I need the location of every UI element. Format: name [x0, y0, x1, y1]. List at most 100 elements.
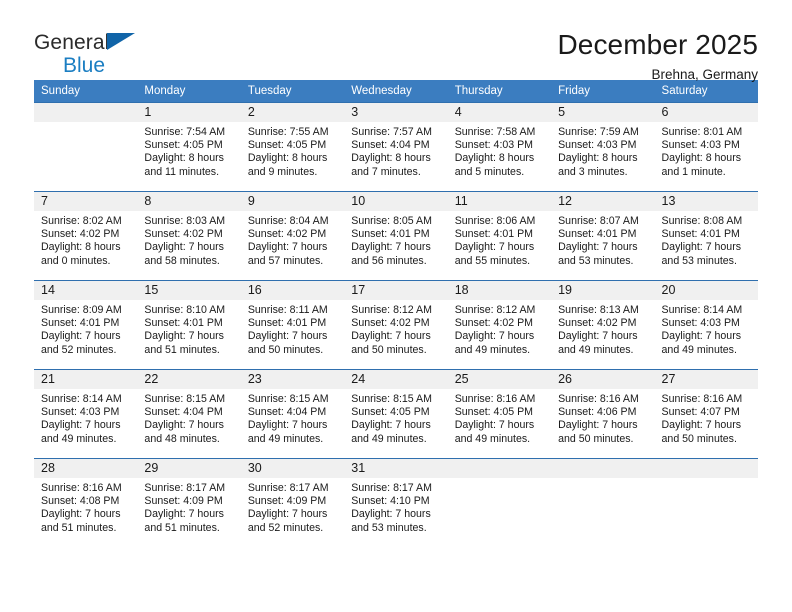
calendar-body: 1 Sunrise: 7:54 AM Sunset: 4:05 PM Dayli…: [34, 102, 758, 548]
sunrise-line: Sunrise: 7:57 AM: [351, 126, 432, 138]
sunrise-line: Sunrise: 7:55 AM: [247, 126, 329, 138]
day-cell[interactable]: 20 Sunrise: 8:14 AM Sunset: 4:03 PM Dayl…: [654, 280, 758, 370]
day-cell[interactable]: 18 Sunrise: 8:12 AM Sunset: 4:02 PM Dayl…: [447, 280, 552, 370]
sunset-line: Sunset: 4:08 PM: [41, 495, 120, 508]
day-details: [551, 478, 654, 482]
day-cell[interactable]: 30 Sunrise: 8:17 AM Sunset: 4:09 PM Dayl…: [240, 458, 345, 548]
week-row: 7 Sunrise: 8:02 AM Sunset: 4:02 PM Dayli…: [34, 191, 758, 281]
day-cell[interactable]: 28 Sunrise: 8:16 AM Sunset: 4:08 PM Dayl…: [34, 458, 138, 548]
day-cell[interactable]: 19 Sunrise: 8:13 AM Sunset: 4:02 PM Dayl…: [551, 280, 655, 370]
day-cell[interactable]: 10 Sunrise: 8:05 AM Sunset: 4:01 PM Dayl…: [344, 191, 448, 281]
day-cell[interactable]: 21 Sunrise: 8:14 AM Sunset: 4:03 PM Dayl…: [34, 369, 138, 459]
day-cell[interactable]: 8 Sunrise: 8:03 AM Sunset: 4:02 PM Dayli…: [137, 191, 241, 281]
day-cell[interactable]: 16 Sunrise: 8:11 AM Sunset: 4:01 PM Dayl…: [240, 280, 345, 370]
day-cell[interactable]: 25 Sunrise: 8:16 AM Sunset: 4:05 PM Dayl…: [447, 369, 552, 459]
sunset-line: Sunset: 4:02 PM: [144, 228, 223, 241]
day-details: Sunrise: 7:54 AM Sunset: 4:05 PM Dayligh…: [137, 122, 240, 179]
day-cell[interactable]: 14 Sunrise: 8:09 AM Sunset: 4:01 PM Dayl…: [34, 280, 138, 370]
day-details: Sunrise: 8:17 AM Sunset: 4:09 PM Dayligh…: [241, 478, 344, 535]
general-blue-logo[interactable]: General Blue: [34, 30, 164, 88]
day-cell[interactable]: 9 Sunrise: 8:04 AM Sunset: 4:02 PM Dayli…: [240, 191, 345, 281]
day-number: 7: [34, 192, 138, 211]
daylight-line-2: and 50 minutes.: [247, 343, 324, 356]
day-cell[interactable]: 15 Sunrise: 8:10 AM Sunset: 4:01 PM Dayl…: [137, 280, 241, 370]
day-cell[interactable]: 31 Sunrise: 8:17 AM Sunset: 4:10 PM Dayl…: [344, 458, 448, 548]
day-number: 31: [344, 459, 448, 478]
day-details: Sunrise: 8:07 AM Sunset: 4:01 PM Dayligh…: [551, 211, 654, 268]
weekday-header-saturday: Saturday: [654, 80, 758, 103]
day-number: [551, 459, 655, 478]
day-details: Sunrise: 8:03 AM Sunset: 4:02 PM Dayligh…: [137, 211, 240, 268]
day-cell[interactable]: 4 Sunrise: 7:58 AM Sunset: 4:03 PM Dayli…: [447, 102, 552, 192]
day-cell[interactable]: 3 Sunrise: 7:57 AM Sunset: 4:04 PM Dayli…: [344, 102, 448, 192]
day-number: 1: [137, 103, 241, 122]
daylight-line-2: and 52 minutes.: [247, 521, 324, 534]
daylight-line-1: Daylight: 7 hours: [351, 508, 431, 521]
day-cell[interactable]: 26 Sunrise: 8:16 AM Sunset: 4:06 PM Dayl…: [551, 369, 655, 459]
day-cell[interactable]: 24 Sunrise: 8:15 AM Sunset: 4:05 PM Dayl…: [344, 369, 448, 459]
day-cell[interactable]: [34, 102, 138, 192]
day-cell[interactable]: [447, 458, 552, 548]
day-details: [34, 122, 137, 126]
day-details: Sunrise: 8:08 AM Sunset: 4:01 PM Dayligh…: [655, 211, 758, 268]
day-cell[interactable]: 12 Sunrise: 8:07 AM Sunset: 4:01 PM Dayl…: [551, 191, 655, 281]
sunrise-line: Sunrise: 8:12 AM: [454, 304, 536, 316]
daylight-line-2: and 49 minutes.: [454, 432, 531, 445]
triangle-icon: [107, 33, 135, 50]
daylight-line-1: Daylight: 7 hours: [41, 419, 121, 432]
logo-text-general: General: [34, 31, 110, 54]
day-cell[interactable]: 13 Sunrise: 8:08 AM Sunset: 4:01 PM Dayl…: [654, 191, 758, 281]
day-number: 30: [240, 459, 345, 478]
sunrise-line: Sunrise: 8:13 AM: [558, 304, 639, 316]
week-row: 14 Sunrise: 8:09 AM Sunset: 4:01 PM Dayl…: [34, 280, 758, 370]
day-cell[interactable]: 7 Sunrise: 8:02 AM Sunset: 4:02 PM Dayli…: [34, 191, 138, 281]
day-number: 10: [344, 192, 448, 211]
day-details: Sunrise: 8:14 AM Sunset: 4:03 PM Dayligh…: [655, 300, 758, 357]
daylight-line-2: and 3 minutes.: [558, 165, 628, 178]
calendar-page: General Blue December 2025 Brehna, Germa…: [0, 0, 792, 612]
day-details: Sunrise: 7:57 AM Sunset: 4:04 PM Dayligh…: [344, 122, 447, 179]
day-number: 29: [137, 459, 241, 478]
day-cell[interactable]: 5 Sunrise: 7:59 AM Sunset: 4:03 PM Dayli…: [551, 102, 655, 192]
daylight-line-1: Daylight: 7 hours: [144, 241, 224, 254]
sunset-line: Sunset: 4:01 PM: [144, 317, 223, 330]
day-number: 28: [34, 459, 138, 478]
day-number: 14: [34, 281, 138, 300]
day-details: Sunrise: 8:15 AM Sunset: 4:05 PM Dayligh…: [344, 389, 447, 446]
day-details: [655, 478, 758, 482]
day-cell[interactable]: [654, 458, 758, 548]
daylight-line-1: Daylight: 8 hours: [144, 152, 224, 165]
daylight-line-2: and 48 minutes.: [144, 432, 220, 445]
day-number: 17: [344, 281, 448, 300]
day-cell[interactable]: 17 Sunrise: 8:12 AM Sunset: 4:02 PM Dayl…: [344, 280, 448, 370]
sunset-line: Sunset: 4:02 PM: [558, 317, 637, 330]
day-cell[interactable]: [551, 458, 655, 548]
day-details: Sunrise: 8:01 AM Sunset: 4:03 PM Dayligh…: [655, 122, 758, 179]
day-number: 13: [654, 192, 758, 211]
sunrise-line: Sunrise: 8:15 AM: [247, 393, 329, 405]
day-details: Sunrise: 8:06 AM Sunset: 4:01 PM Dayligh…: [448, 211, 551, 268]
day-details: Sunrise: 8:14 AM Sunset: 4:03 PM Dayligh…: [34, 389, 137, 446]
day-details: Sunrise: 8:17 AM Sunset: 4:09 PM Dayligh…: [137, 478, 240, 535]
sunrise-line: Sunrise: 8:06 AM: [454, 215, 536, 227]
day-cell[interactable]: 1 Sunrise: 7:54 AM Sunset: 4:05 PM Dayli…: [137, 102, 241, 192]
daylight-line-1: Daylight: 7 hours: [454, 241, 535, 254]
day-cell[interactable]: 29 Sunrise: 8:17 AM Sunset: 4:09 PM Dayl…: [137, 458, 241, 548]
daylight-line-1: Daylight: 7 hours: [351, 241, 431, 254]
daylight-line-1: Daylight: 7 hours: [247, 330, 328, 343]
daylight-line-1: Daylight: 7 hours: [247, 508, 328, 521]
sunrise-line: Sunrise: 8:14 AM: [661, 304, 743, 316]
sunrise-line: Sunrise: 8:16 AM: [41, 482, 122, 494]
day-number: 24: [344, 370, 448, 389]
day-cell[interactable]: 27 Sunrise: 8:16 AM Sunset: 4:07 PM Dayl…: [654, 369, 758, 459]
day-cell[interactable]: 2 Sunrise: 7:55 AM Sunset: 4:05 PM Dayli…: [240, 102, 345, 192]
daylight-line-1: Daylight: 7 hours: [351, 419, 431, 432]
day-cell[interactable]: 11 Sunrise: 8:06 AM Sunset: 4:01 PM Dayl…: [447, 191, 552, 281]
sunset-line: Sunset: 4:07 PM: [661, 406, 740, 419]
daylight-line-2: and 1 minute.: [661, 165, 726, 178]
day-number: 5: [551, 103, 655, 122]
day-cell[interactable]: 6 Sunrise: 8:01 AM Sunset: 4:03 PM Dayli…: [654, 102, 758, 192]
day-cell[interactable]: 23 Sunrise: 8:15 AM Sunset: 4:04 PM Dayl…: [240, 369, 345, 459]
day-details: Sunrise: 8:11 AM Sunset: 4:01 PM Dayligh…: [241, 300, 344, 357]
day-cell[interactable]: 22 Sunrise: 8:15 AM Sunset: 4:04 PM Dayl…: [137, 369, 241, 459]
